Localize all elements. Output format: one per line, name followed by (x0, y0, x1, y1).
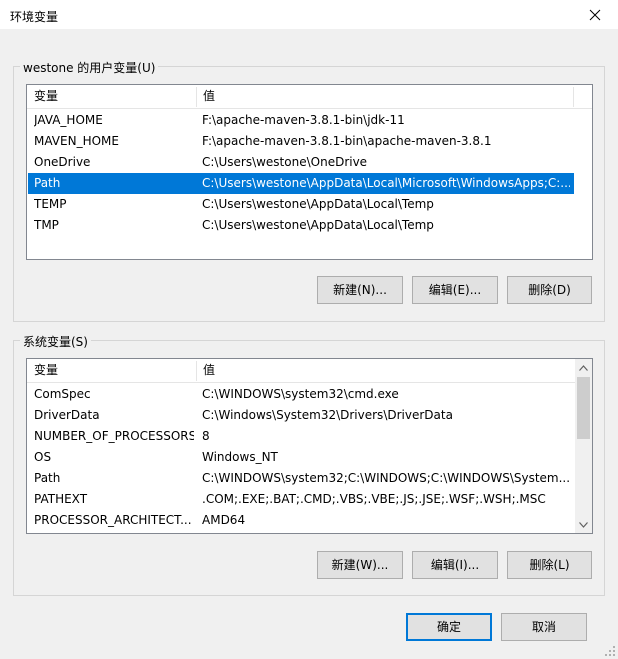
close-icon (589, 9, 601, 21)
scroll-down-arrow[interactable] (575, 516, 592, 533)
variable-name-cell: TEMP (34, 197, 67, 211)
variable-name-cell: PATHEXT (34, 492, 88, 506)
table-row[interactable]: TMP C:\Users\westone\AppData\Local\Temp (28, 215, 574, 236)
system-col-name-header[interactable]: 变量 (28, 359, 196, 382)
title-bar: 环境变量 (0, 0, 618, 30)
variable-value-cell: C:\Users\westone\AppData\Local\Temp (202, 197, 434, 211)
close-button[interactable] (572, 0, 618, 30)
chevron-up-icon (579, 364, 588, 371)
variable-value-cell: F:\apache-maven-3.8.1-bin\apache-maven-3… (202, 134, 492, 148)
user-col-name-header[interactable]: 变量 (28, 85, 196, 108)
variable-value-cell: C:\Users\westone\OneDrive (202, 155, 368, 169)
variable-name-cell: NUMBER_OF_PROCESSORS (34, 429, 194, 443)
system-edit-button[interactable]: 编辑(I)... (412, 551, 498, 579)
table-row[interactable]: OS Windows_NT (28, 447, 574, 468)
system-col-value-header[interactable]: 值 (197, 359, 573, 382)
variable-name-cell: Path (34, 471, 61, 485)
variable-value-cell: C:\Windows\System32\Drivers\DriverData (202, 408, 453, 422)
cancel-button[interactable]: 取消 (501, 613, 587, 641)
table-row[interactable]: TEMP C:\Users\westone\AppData\Local\Temp (28, 194, 574, 215)
variable-value-cell: Windows_NT (202, 450, 278, 464)
user-vars-list[interactable]: 变量 值 JAVA_HOME F:\apache-maven-3.8.1-bin\… (26, 84, 593, 260)
variable-name-cell: ComSpec (34, 387, 91, 401)
variable-name-cell: OneDrive (34, 155, 91, 169)
variable-value-cell: C:\WINDOWS\system32;C:\WINDOWS;C:\WINDOW… (202, 471, 570, 485)
table-row[interactable]: ComSpec C:\WINDOWS\system32\cmd.exe (28, 384, 574, 405)
scroll-thumb[interactable] (577, 377, 590, 439)
table-row[interactable]: Path C:\WINDOWS\system32;C:\WINDOWS;C:\WI… (28, 468, 574, 489)
variable-name-cell: PROCESSOR_ARCHITECT... (34, 513, 192, 527)
resize-grip-icon[interactable] (604, 645, 616, 657)
table-row[interactable]: DriverData C:\Windows\System32\Drivers\Dr… (28, 405, 574, 426)
system-vars-list[interactable]: 变量 值 ComSpec C:\WINDOWS\system32\cmd.exe D… (26, 358, 593, 534)
variable-name-cell: Path (34, 176, 61, 190)
system-new-button[interactable]: 新建(W)... (317, 551, 403, 579)
table-row[interactable]: MAVEN_HOME F:\apache-maven-3.8.1-bin\apac… (28, 131, 574, 152)
system-vars-scrollbar[interactable] (575, 359, 592, 533)
window-title: 环境变量 (10, 10, 59, 24)
system-vars-header: 变量 值 (27, 359, 576, 383)
user-col-value-header[interactable]: 值 (197, 85, 573, 108)
variable-value-cell: C:\WINDOWS\system32\cmd.exe (202, 387, 399, 401)
variable-value-cell: 8 (202, 429, 210, 443)
table-row[interactable]: PROCESSOR_ARCHITECT... AMD64 (28, 510, 574, 531)
scroll-up-arrow[interactable] (575, 359, 592, 376)
variable-value-cell: C:\Users\westone\AppData\Local\Microsoft… (202, 176, 570, 190)
table-row[interactable]: OneDrive C:\Users\westone\OneDrive (28, 152, 574, 173)
ok-button[interactable]: 确定 (406, 613, 492, 641)
chevron-down-icon (579, 521, 588, 528)
variable-value-cell: C:\Users\westone\AppData\Local\Temp (202, 218, 434, 232)
variable-value-cell: AMD64 (202, 513, 246, 527)
variable-name-cell: DriverData (34, 408, 100, 422)
system-delete-button[interactable]: 删除(L) (507, 551, 592, 579)
variable-value-cell: .COM;.EXE;.BAT;.CMD;.VBS;.VBE;.JS;.JSE;.… (202, 492, 546, 506)
user-vars-header: 变量 值 (27, 85, 592, 109)
user-new-button[interactable]: 新建(N)... (317, 276, 403, 304)
table-row[interactable]: PATHEXT .COM;.EXE;.BAT;.CMD;.VBS;.VBE;.JS… (28, 489, 574, 510)
user-edit-button[interactable]: 编辑(E)... (412, 276, 498, 304)
variable-name-cell: OS (34, 450, 52, 464)
table-row[interactable]: JAVA_HOME F:\apache-maven-3.8.1-bin\jdk-1… (28, 110, 574, 131)
header-separator[interactable] (573, 87, 574, 107)
variable-name-cell: JAVA_HOME (34, 113, 103, 127)
table-row[interactable]: NUMBER_OF_PROCESSORS 8 (28, 426, 574, 447)
user-vars-legend: westone 的用户变量(U) (20, 59, 159, 76)
system-vars-legend: 系统变量(S) (20, 333, 91, 350)
table-row[interactable]: Path C:\Users\westone\AppData\Local\Micro… (28, 173, 574, 194)
variable-value-cell: F:\apache-maven-3.8.1-bin\jdk-11 (202, 113, 405, 127)
variable-name-cell: TMP (34, 218, 59, 232)
user-delete-button[interactable]: 删除(D) (507, 276, 592, 304)
variable-name-cell: MAVEN_HOME (34, 134, 119, 148)
